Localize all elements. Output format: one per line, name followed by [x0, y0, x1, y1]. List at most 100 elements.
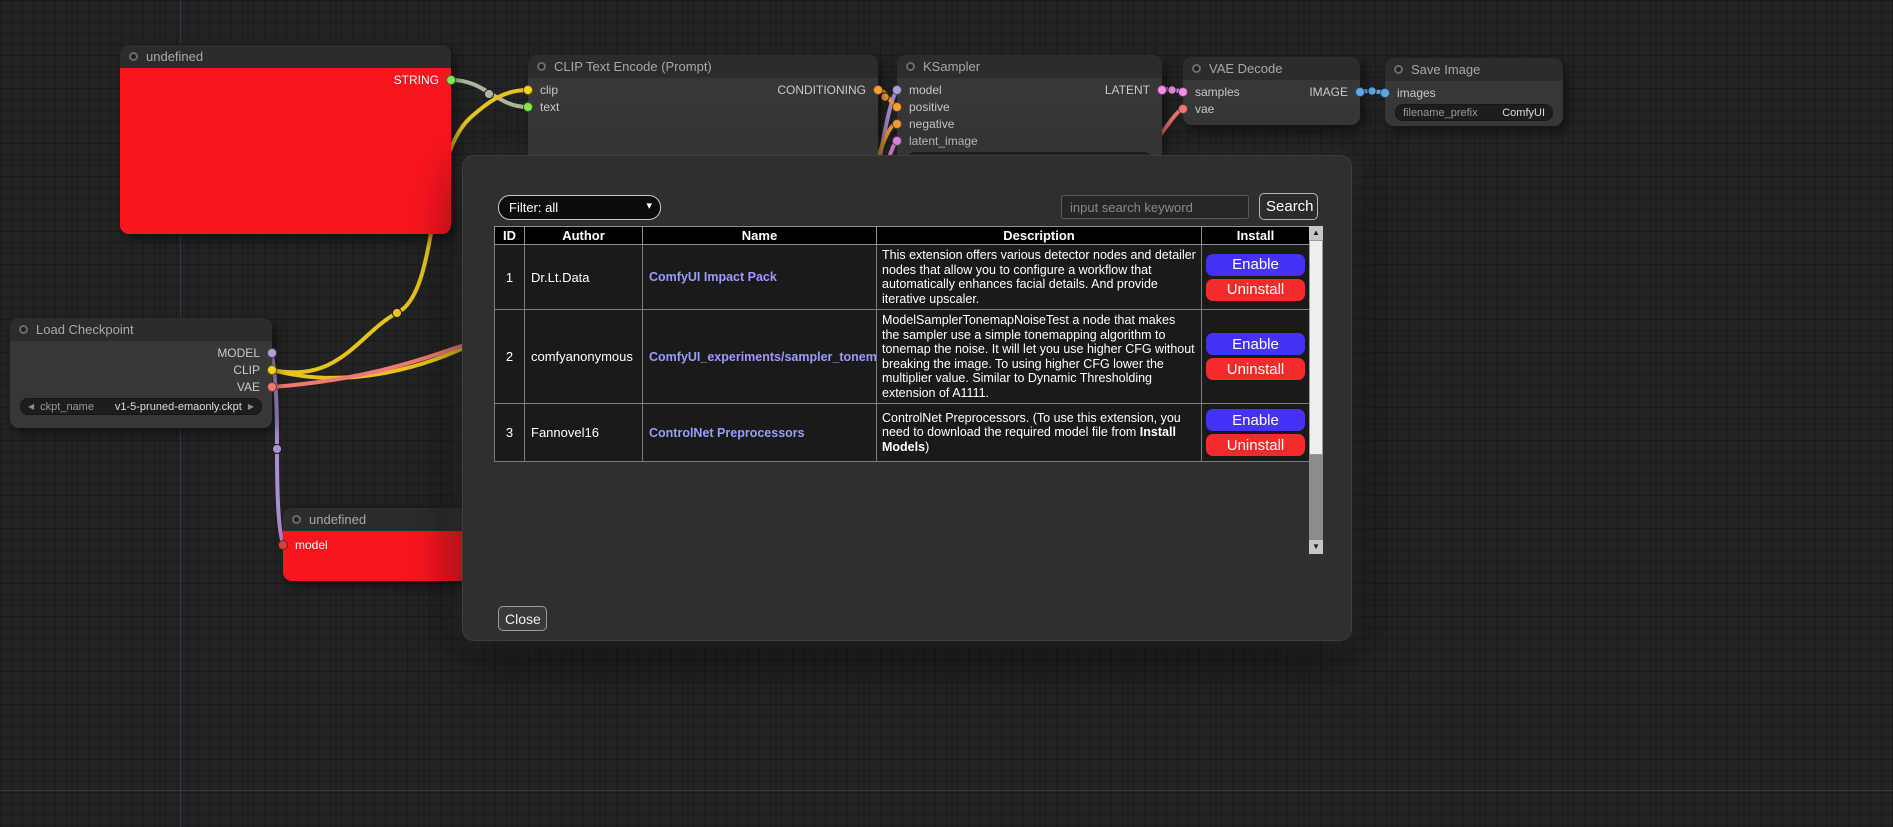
collapse-dot-icon[interactable] — [537, 62, 546, 71]
filename-prefix-widget[interactable]: filename_prefix ComfyUI — [1395, 104, 1553, 121]
uninstall-button[interactable]: Uninstall — [1206, 434, 1305, 456]
column-header-description: Description — [877, 227, 1202, 245]
input-slot-vae[interactable] — [1178, 104, 1188, 114]
wire-midpoint-dot[interactable] — [881, 93, 889, 101]
input-slot-images[interactable] — [1380, 88, 1390, 98]
output-label: IMAGE — [1309, 85, 1348, 99]
node-undefined-bottom[interactable]: undefined model — [283, 508, 483, 581]
output-label: MODEL — [217, 346, 260, 360]
column-header-install: Install — [1202, 227, 1310, 245]
collapse-dot-icon[interactable] — [19, 325, 28, 334]
extension-name-cell: ComfyUI Impact Pack — [643, 245, 877, 310]
scrollbar-thumb[interactable] — [1309, 240, 1323, 455]
wire-midpoint-dot[interactable] — [1168, 86, 1176, 94]
enable-button[interactable]: Enable — [1206, 409, 1305, 431]
wire-midpoint-dot[interactable] — [392, 308, 401, 317]
input-slot-samples[interactable] — [1178, 87, 1188, 97]
input-label: positive — [909, 100, 950, 114]
output-slot-vae[interactable] — [267, 382, 277, 392]
table-row: 3Fannovel16 ControlNet Preprocessors Contr… — [495, 404, 1310, 462]
input-slot-model[interactable] — [892, 85, 902, 95]
extension-name-link[interactable]: ControlNet Preprocessors — [649, 426, 805, 440]
node-header: Load Checkpoint — [10, 318, 272, 341]
wire-midpoint-dot[interactable] — [272, 444, 281, 453]
input-label: latent_image — [909, 134, 978, 148]
extension-id: 1 — [495, 245, 525, 310]
output-slot-model[interactable] — [267, 348, 277, 358]
input-label: model — [909, 83, 942, 97]
input-slot-text[interactable] — [523, 102, 533, 112]
node-save-image[interactable]: Save Image images filename_prefix ComfyU… — [1385, 58, 1563, 126]
node-header: CLIP Text Encode (Prompt) — [528, 55, 878, 78]
input-slot-positive[interactable] — [892, 102, 902, 112]
node-title: Save Image — [1411, 62, 1480, 77]
uninstall-button[interactable]: Uninstall — [1206, 358, 1305, 380]
widget-label: filename_prefix — [1403, 107, 1478, 119]
input-slot-clip[interactable] — [523, 85, 533, 95]
node-header: VAE Decode — [1183, 57, 1360, 80]
column-header-author: Author — [525, 227, 643, 245]
filter-select[interactable]: Filter: all — [498, 195, 661, 220]
extension-install-cell: Enable Uninstall — [1202, 310, 1310, 404]
node-header: undefined — [120, 45, 451, 68]
enable-button[interactable]: Enable — [1206, 333, 1305, 355]
node-title: undefined — [309, 512, 366, 527]
output-label: CLIP — [233, 363, 260, 377]
input-slot-model[interactable] — [278, 540, 288, 550]
manager-dialog: Filter: all ▾ Search ID Author Name Desc… — [462, 155, 1352, 641]
input-label: vae — [1195, 102, 1214, 116]
collapse-dot-icon[interactable] — [129, 52, 138, 61]
node-header: undefined — [283, 508, 483, 531]
column-header-name: Name — [643, 227, 877, 245]
output-slot-clip[interactable] — [267, 365, 277, 375]
extension-author: Fannovel16 — [525, 404, 643, 462]
extension-name-cell: ControlNet Preprocessors — [643, 404, 877, 462]
output-slot-conditioning[interactable] — [873, 85, 883, 95]
node-title: VAE Decode — [1209, 61, 1282, 76]
node-load-checkpoint[interactable]: Load Checkpoint MODEL CLIP VAE ◀ ckpt_na… — [10, 318, 272, 428]
node-title: CLIP Text Encode (Prompt) — [554, 59, 712, 74]
decrement-arrow-icon[interactable]: ◀ — [28, 399, 34, 414]
output-slot-string[interactable] — [446, 75, 456, 85]
extension-install-cell: Enable Uninstall — [1202, 245, 1310, 310]
search-button[interactable]: Search — [1259, 193, 1318, 220]
node-undefined-top[interactable]: undefined STRING — [120, 45, 451, 234]
table-row: 2comfyanonymousComfyUI_experiments/sampl… — [495, 310, 1310, 404]
table-scrollbar[interactable]: ▲ ▼ — [1309, 226, 1323, 554]
extension-name-link[interactable]: ComfyUI Impact Pack — [649, 270, 777, 284]
input-label: negative — [909, 117, 954, 131]
node-title: KSampler — [923, 59, 980, 74]
node-clip-text-encode[interactable]: CLIP Text Encode (Prompt) clip CONDITION… — [528, 55, 878, 171]
input-slot-negative[interactable] — [892, 119, 902, 129]
extension-name-link[interactable]: ComfyUI_experiments/sampler_tonemap — [649, 350, 877, 364]
extension-table-container: ID Author Name Description Install 1Dr.L… — [494, 226, 1323, 554]
extension-author: Dr.Lt.Data — [525, 245, 643, 310]
widget-value: v1-5-pruned-emaonly.ckpt — [115, 401, 242, 413]
collapse-dot-icon[interactable] — [1394, 65, 1403, 74]
ckpt-name-widget[interactable]: ◀ ckpt_name v1-5-pruned-emaonly.ckpt ▶ — [20, 398, 262, 415]
collapse-dot-icon[interactable] — [1192, 64, 1201, 73]
input-label: clip — [540, 83, 558, 97]
scroll-up-icon[interactable]: ▲ — [1309, 226, 1323, 240]
close-button[interactable]: Close — [498, 606, 547, 631]
extension-install-cell: Enable Uninstall — [1202, 404, 1310, 462]
wire-midpoint-dot[interactable] — [1368, 87, 1376, 95]
output-slot-latent[interactable] — [1157, 85, 1167, 95]
node-vae-decode[interactable]: VAE Decode samples IMAGE vae — [1183, 57, 1360, 125]
input-slot-latent-image[interactable] — [892, 136, 902, 146]
output-label: CONDITIONING — [777, 83, 866, 97]
wire-midpoint-dot[interactable] — [484, 89, 493, 98]
enable-button[interactable]: Enable — [1206, 254, 1305, 276]
column-header-id: ID — [495, 227, 525, 245]
scroll-down-icon[interactable]: ▼ — [1309, 540, 1323, 554]
collapse-dot-icon[interactable] — [292, 515, 301, 524]
collapse-dot-icon[interactable] — [906, 62, 915, 71]
uninstall-button[interactable]: Uninstall — [1206, 279, 1305, 301]
extension-description: ControlNet Preprocessors. (To use this e… — [877, 404, 1202, 462]
search-input[interactable] — [1061, 195, 1249, 219]
output-slot-image[interactable] — [1355, 87, 1365, 97]
extension-description: ModelSamplerTonemapNoiseTest a node that… — [877, 310, 1202, 404]
increment-arrow-icon[interactable]: ▶ — [248, 399, 254, 414]
extension-id: 3 — [495, 404, 525, 462]
table-header-row: ID Author Name Description Install — [495, 227, 1310, 245]
